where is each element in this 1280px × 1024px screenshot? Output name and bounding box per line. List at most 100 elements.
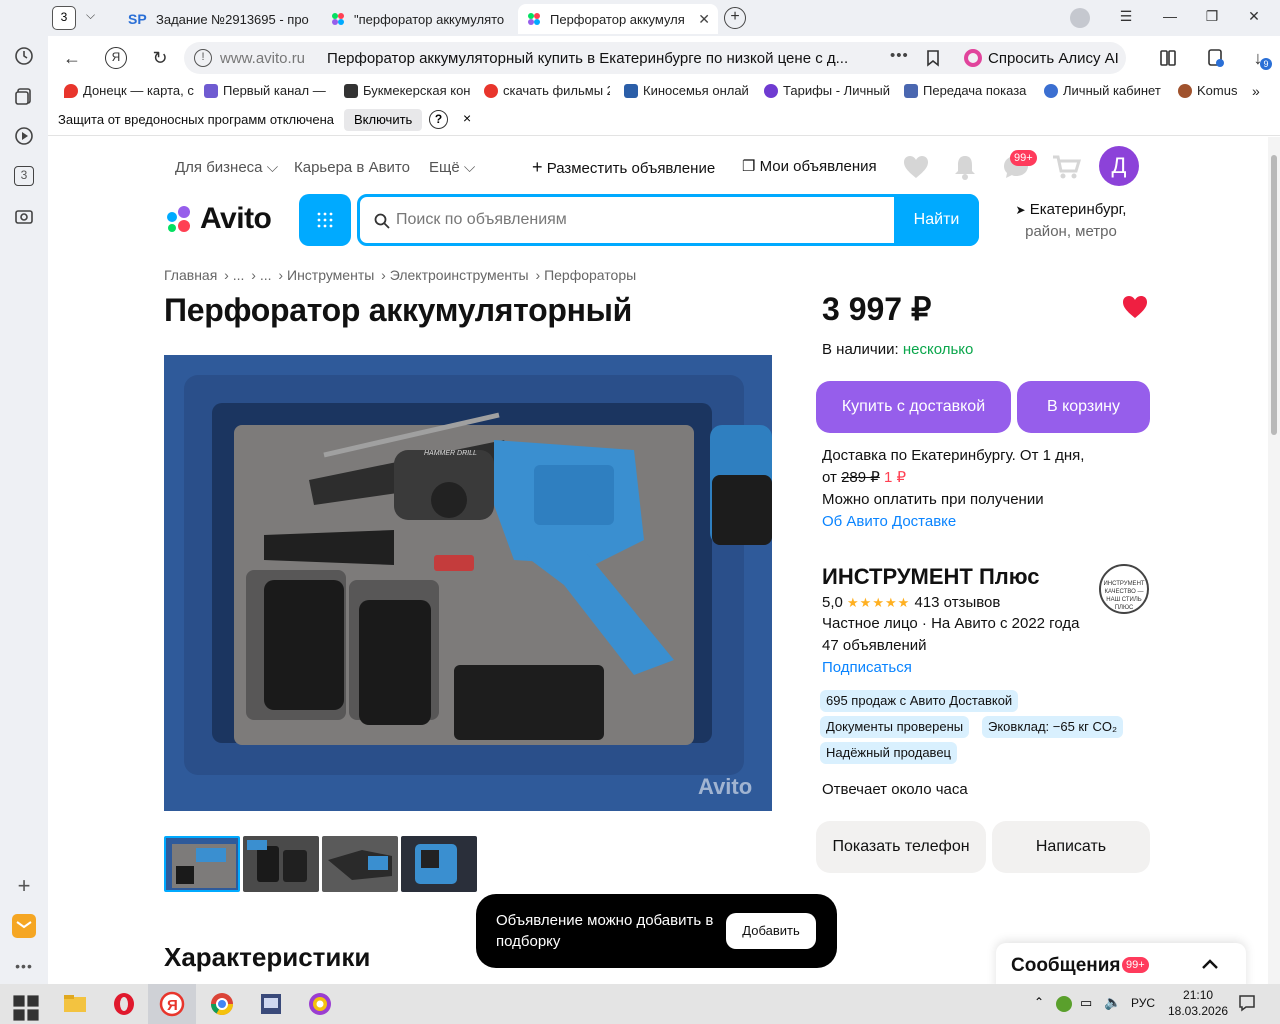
about-delivery-link[interactable]: Об Авито Доставке [822, 511, 1084, 533]
chrome-icon[interactable] [208, 990, 236, 1018]
yandex-icon[interactable]: Я [104, 46, 128, 70]
crumb-home[interactable]: Главная [164, 267, 217, 283]
search-input[interactable]: Поиск по объявлениям [396, 211, 567, 229]
badge-deliveries[interactable]: 695 продаж с Авито Доставкой [820, 690, 1019, 712]
reload-icon[interactable]: ↻ [148, 46, 172, 70]
bookmark-item[interactable]: Komus [1178, 83, 1238, 98]
bookmark-item[interactable]: Тарифы - Личный [764, 83, 890, 98]
new-tab-button[interactable]: + [724, 7, 746, 29]
yandex-browser-taskbar-icon[interactable]: Я [148, 984, 196, 1024]
bookmark-icon[interactable] [926, 49, 940, 71]
tab-zadanie[interactable]: SP Задание №2913695 - про [120, 4, 316, 34]
write-message-button[interactable]: Написать [992, 821, 1150, 873]
categories-button[interactable] [299, 194, 351, 246]
seller-name[interactable]: ИНСТРУМЕНТ Плюс [822, 564, 1040, 590]
add-to-collection-button[interactable]: Добавить [726, 913, 816, 949]
minimize-icon[interactable]: — [1160, 8, 1180, 28]
for-business-link[interactable]: Для бизнеса ⌵ [175, 159, 278, 176]
search-button[interactable]: Найти [894, 194, 979, 246]
buy-with-delivery-button[interactable]: Купить с доставкой [816, 381, 1011, 433]
play-icon[interactable] [12, 124, 36, 148]
restore-icon[interactable]: ❐ [1202, 8, 1222, 28]
career-link[interactable]: Карьера в Авито [294, 159, 410, 176]
favorite-heart-icon[interactable] [1121, 294, 1149, 320]
add-to-cart-button[interactable]: В корзину [1017, 381, 1150, 433]
notifications-icon[interactable] [953, 153, 977, 181]
thumbnail-3[interactable] [322, 836, 398, 892]
badge-eco[interactable]: Эковклад: −65 кг CO₂ [982, 716, 1124, 738]
favorites-icon[interactable] [902, 154, 930, 180]
network-icon[interactable]: ▭ [1080, 995, 1092, 1011]
more-dots-icon[interactable]: ••• [890, 47, 909, 64]
bookmark-item[interactable]: Передача показа [904, 83, 1032, 98]
thumbnail-1[interactable] [164, 836, 240, 892]
close-window-icon[interactable]: ✕ [1244, 8, 1264, 28]
history-icon[interactable] [12, 44, 36, 68]
crumb-tools[interactable]: Инструменты [287, 267, 374, 283]
colorful-app-icon[interactable] [306, 990, 334, 1018]
avito-logo[interactable]: Avito [164, 202, 272, 236]
opera-icon[interactable] [110, 990, 138, 1018]
seller-rating[interactable]: 5,0 ★★★★★ 413 отзывов [822, 594, 1000, 611]
bookmark-item[interactable]: Личный кабинет [1044, 83, 1166, 98]
collections-icon[interactable] [12, 84, 36, 108]
site-security-icon[interactable]: ! [194, 49, 212, 67]
tray-chevron-icon[interactable]: ⌃ [1034, 995, 1044, 1009]
close-infobar-icon[interactable]: × [463, 110, 471, 126]
seller-logo[interactable]: ИНСТРУМЕНТ КАЧЕСТВО — НАШ СТИЛЬ ПЛЮС [1099, 564, 1149, 614]
bookmark-item[interactable]: Букмекерская кон [344, 83, 472, 98]
windows-start-icon[interactable] [12, 994, 40, 1022]
file-explorer-icon[interactable] [61, 990, 89, 1018]
cart-icon[interactable] [1051, 154, 1081, 180]
bookmark-item[interactable]: скачать фильмы 2 [484, 83, 610, 98]
mail-icon[interactable] [12, 914, 36, 938]
tabs-count-icon[interactable]: 3 [12, 164, 36, 188]
my-ads-button[interactable]: ❐ Мои объявления [742, 157, 877, 175]
subscribe-link[interactable]: Подписаться [822, 659, 912, 676]
crumb-perforators[interactable]: Перфораторы [544, 267, 636, 283]
page-scrollbar[interactable] [1268, 137, 1280, 984]
scrollbar-thumb[interactable] [1271, 155, 1277, 435]
add-panel-icon[interactable]: + [12, 873, 36, 898]
seller-ads-count[interactable]: 47 объявлений [822, 637, 927, 654]
more-link[interactable]: Ещё ⌵ [429, 159, 475, 176]
show-phone-button[interactable]: Показать телефон [816, 821, 986, 873]
tab-search-query[interactable]: "перфоратор аккумулято [322, 4, 512, 34]
help-icon[interactable]: ? [429, 110, 448, 129]
back-icon[interactable]: ← [60, 46, 84, 70]
account-icon[interactable] [1070, 8, 1090, 28]
bookmark-item[interactable]: Первый канал — с [204, 83, 330, 98]
bookmark-item[interactable]: Донецк — карта, с [64, 83, 198, 98]
search-box[interactable]: Поиск по объявлениям Найти [357, 194, 979, 246]
chevron-up-icon[interactable] [1201, 958, 1219, 970]
app-window-icon[interactable] [257, 990, 285, 1018]
post-ad-button[interactable]: + Разместить объявление [532, 157, 715, 178]
badge-reliable[interactable]: Надёжный продавец [820, 742, 957, 764]
bookmarks-panel-icon[interactable] [1156, 46, 1180, 70]
crumb-ellipsis[interactable]: ... [233, 267, 245, 283]
crumb-ellipsis[interactable]: ... [260, 267, 272, 283]
downloads-icon[interactable]: ↓ 9 [1246, 46, 1272, 70]
more-bookmarks-icon[interactable]: » [1252, 83, 1260, 99]
thumbnail-4[interactable] [401, 836, 477, 892]
close-tab-icon[interactable]: ✕ [698, 11, 710, 28]
messages-panel[interactable]: Сообщения 99+ [996, 943, 1246, 984]
menu-icon[interactable]: ☰ [1116, 8, 1136, 28]
more-icon[interactable]: ••• [12, 954, 36, 978]
tray-app-icon[interactable] [1056, 996, 1072, 1012]
enable-protection-button[interactable]: Включить [344, 109, 423, 131]
extensions-icon[interactable] [1204, 46, 1228, 70]
address-bar[interactable]: ! www.avito.ru Перфоратор аккумуляторный… [184, 42, 992, 74]
bookmark-item[interactable]: Киносемья онлай [624, 83, 750, 98]
location-selector[interactable]: ➤ Екатеринбург, район, метро [1008, 199, 1134, 242]
thumbnail-2[interactable] [243, 836, 319, 892]
tabs-dropdown-icon[interactable]: ⌵ [86, 8, 95, 23]
clock[interactable]: 21:10 18.03.2026 [1168, 987, 1228, 1019]
notifications-center-icon[interactable] [1238, 994, 1256, 1012]
tab-perforator[interactable]: Перфоратор аккумуля ✕ [518, 4, 718, 34]
ask-alice-button[interactable]: Спросить Алису AI [954, 42, 1126, 74]
volume-icon[interactable]: 🔈 [1104, 994, 1121, 1011]
user-avatar[interactable]: Д [1099, 146, 1139, 186]
language-indicator[interactable]: РУС [1131, 996, 1155, 1010]
main-product-image[interactable]: HAMMER DRILL Avito [164, 355, 772, 811]
